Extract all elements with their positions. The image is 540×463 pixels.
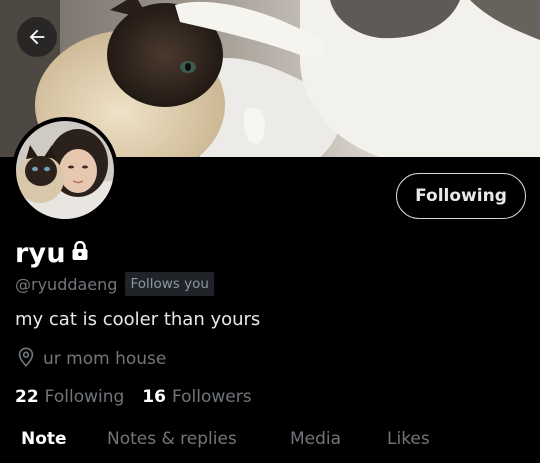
follows-you-badge: Follows you <box>125 272 214 296</box>
tab-notes-and-replies[interactable]: Notes & replies <box>107 429 237 449</box>
following-button[interactable]: Following <box>396 173 526 219</box>
tab-likes[interactable]: Likes <box>387 429 430 449</box>
arrow-left-icon <box>29 29 45 45</box>
profile-tabs: Note Notes & replies Media Likes <box>0 421 540 463</box>
location-row: ur mom house <box>15 347 166 371</box>
handle-row: @ryuddaeng Follows you <box>15 271 214 297</box>
display-name: ryu <box>15 237 66 269</box>
followers-count: 16 <box>142 387 166 407</box>
tab-media[interactable]: Media <box>290 429 341 449</box>
location-pin-icon <box>15 346 37 372</box>
profile-location: ur mom house <box>43 349 167 369</box>
tab-note[interactable]: Note <box>21 429 67 449</box>
profile-avatar[interactable] <box>12 117 118 223</box>
following-count: 22 <box>15 387 39 407</box>
profile-name-row: ryu <box>15 236 89 270</box>
profile-bio: my cat is cooler than yours <box>15 309 261 330</box>
following-stat[interactable]: 22 Following <box>15 387 124 407</box>
followers-stat[interactable]: 16 Followers <box>142 387 251 407</box>
follow-stats: 22 Following 16 Followers <box>15 385 252 409</box>
profile-handle: @ryuddaeng <box>15 274 118 294</box>
avatar-image <box>16 121 114 219</box>
lock-icon <box>71 240 89 265</box>
followers-label: Followers <box>171 387 252 407</box>
following-label: Following <box>44 387 125 407</box>
back-button[interactable] <box>17 17 57 57</box>
